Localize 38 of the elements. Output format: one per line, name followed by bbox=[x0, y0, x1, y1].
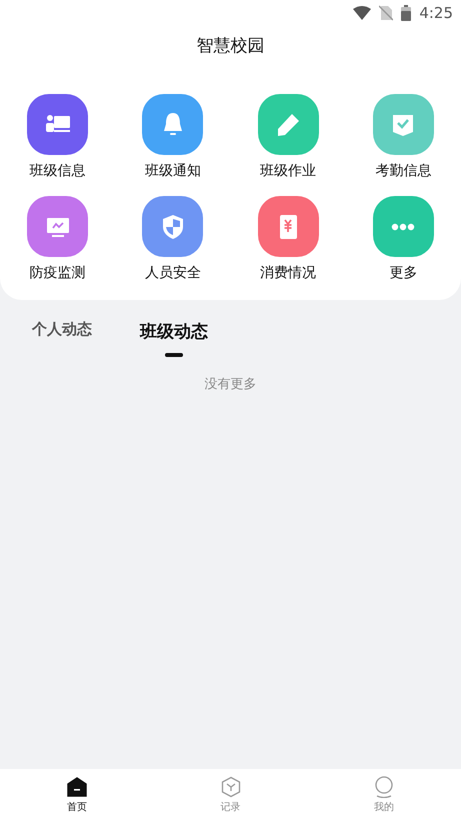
no-sim-icon bbox=[379, 5, 394, 21]
app-tile[interactable] bbox=[142, 196, 204, 257]
nav-tab[interactable]: 记录 bbox=[154, 769, 308, 821]
profile-icon bbox=[376, 776, 393, 798]
app-label: 班级通知 bbox=[144, 162, 201, 180]
app-tile[interactable] bbox=[27, 196, 88, 257]
app-label: 更多 bbox=[389, 264, 418, 282]
more-icon bbox=[392, 223, 415, 230]
nav-tab[interactable]: 我的 bbox=[307, 769, 461, 821]
app-label: 防疫监测 bbox=[30, 264, 86, 282]
wifi-icon bbox=[353, 6, 372, 20]
empty-message: 没有更多 bbox=[204, 376, 258, 393]
app-label: 班级信息 bbox=[30, 162, 86, 180]
teacher-icon bbox=[46, 114, 70, 132]
app-label: 考勤信息 bbox=[375, 162, 432, 180]
feed-tab[interactable]: 个人动态 bbox=[20, 318, 104, 359]
app-tile[interactable] bbox=[142, 94, 204, 155]
app-tile[interactable] bbox=[258, 196, 319, 257]
receipt-icon bbox=[280, 214, 298, 238]
bell-icon bbox=[164, 112, 182, 134]
app-label: 消费情况 bbox=[260, 264, 316, 282]
monitor-icon bbox=[46, 218, 69, 236]
checkmark-icon bbox=[393, 114, 414, 136]
cube-icon bbox=[221, 776, 240, 798]
app-tile[interactable] bbox=[372, 94, 434, 155]
battery-icon bbox=[401, 5, 412, 21]
status-time: 4:25 bbox=[419, 4, 453, 22]
home-icon bbox=[67, 777, 87, 797]
pencil-icon bbox=[278, 114, 300, 136]
shield-icon bbox=[162, 214, 183, 238]
nav-tab[interactable]: 首页 bbox=[0, 769, 154, 821]
feed-tab[interactable]: 班级动态 bbox=[128, 318, 220, 363]
app-tile[interactable] bbox=[258, 94, 319, 155]
app-label: 班级作业 bbox=[260, 162, 316, 180]
app-label: 人员安全 bbox=[144, 264, 201, 282]
app-tile[interactable] bbox=[27, 94, 88, 155]
app-tile[interactable] bbox=[372, 196, 434, 257]
page-title: 智慧校园 bbox=[196, 35, 266, 58]
